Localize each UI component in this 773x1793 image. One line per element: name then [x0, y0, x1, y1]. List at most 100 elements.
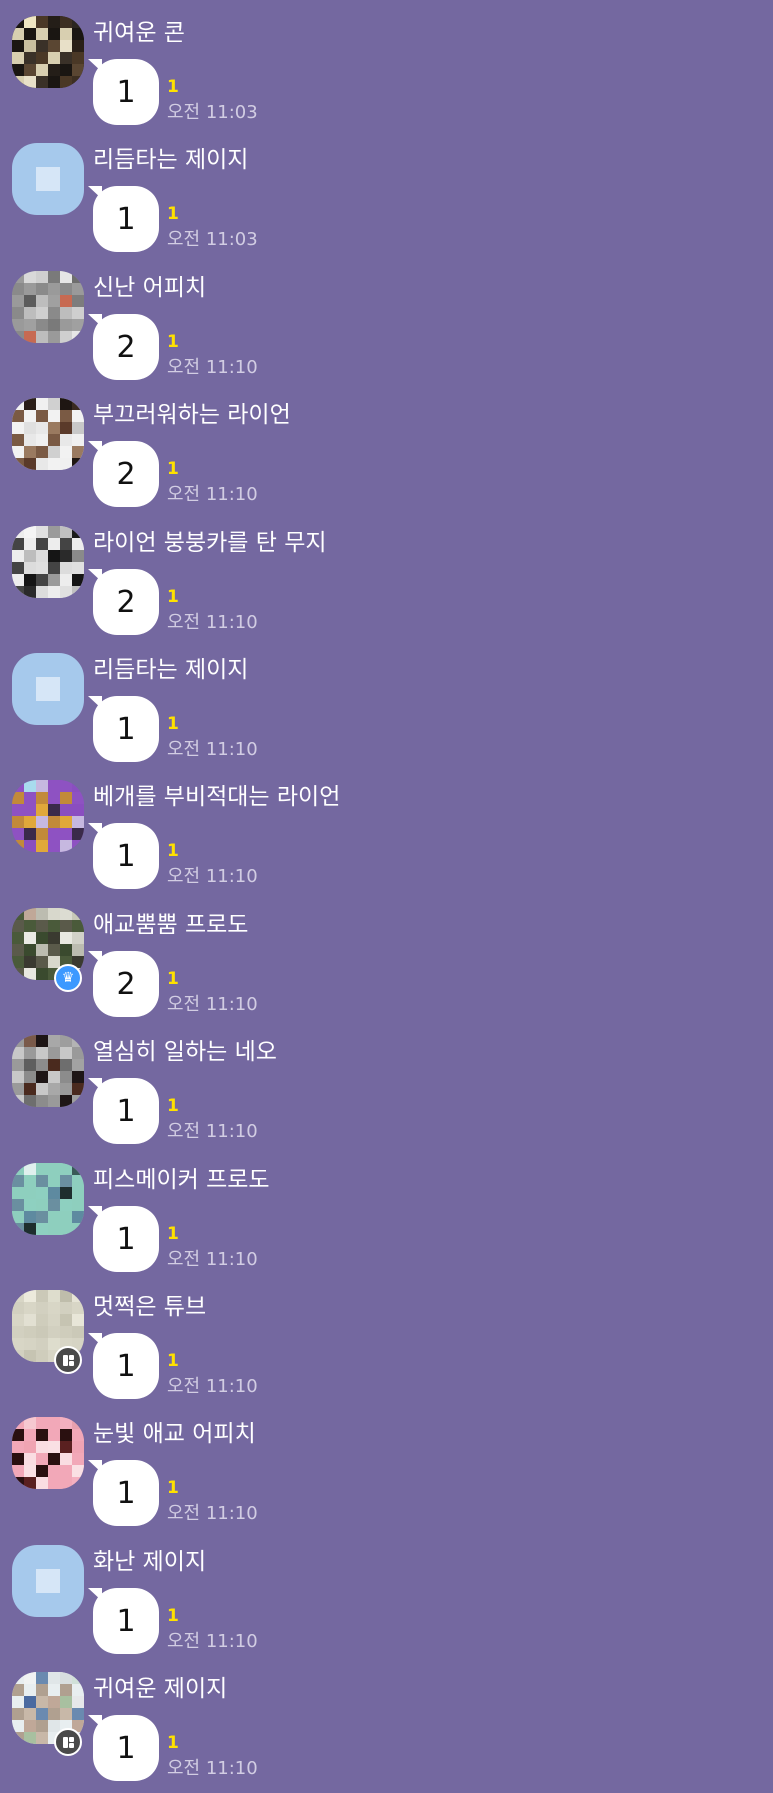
- avatar-pixel: [24, 1338, 36, 1350]
- sender-name[interactable]: 라이언 붕붕카를 탄 무지: [93, 528, 327, 558]
- sender-name[interactable]: 피스메이커 프로도: [93, 1165, 270, 1195]
- sender-avatar[interactable]: [12, 653, 84, 725]
- avatar-pixel: [60, 410, 72, 422]
- avatar-pixel: [12, 319, 24, 331]
- sender-name[interactable]: 화난 제이지: [93, 1547, 206, 1577]
- avatar-pixel: [24, 434, 36, 446]
- message-bubble[interactable]: 1: [93, 1715, 159, 1781]
- message-bubble[interactable]: 1: [93, 1588, 159, 1654]
- message-bubble[interactable]: 1: [93, 1333, 159, 1399]
- avatar-pixel: [24, 1696, 36, 1708]
- sender-avatar[interactable]: [12, 1163, 84, 1235]
- avatar-pixel: [24, 1059, 36, 1071]
- sender-name[interactable]: 귀여운 제이지: [93, 1674, 227, 1704]
- avatar-pixel: [24, 319, 36, 331]
- message-bubble[interactable]: 2: [93, 314, 159, 380]
- avatar-pixel: [48, 816, 60, 828]
- avatar-pixel: [48, 1095, 60, 1107]
- avatar-pixel: [48, 1071, 60, 1083]
- avatar-pixel: [36, 780, 48, 792]
- message-bubble[interactable]: 1: [93, 186, 159, 252]
- message-bubble[interactable]: 1: [93, 59, 159, 125]
- avatar-pixel: [72, 1684, 84, 1696]
- avatar-pixel: [72, 28, 84, 40]
- sender-name[interactable]: 리듬타는 제이지: [93, 145, 248, 175]
- avatar-pixel: [12, 1199, 24, 1211]
- avatar-pixel: [60, 1441, 72, 1453]
- sender-avatar[interactable]: [12, 16, 84, 88]
- avatar-pixel: [12, 307, 24, 319]
- avatar-pixel: [72, 1453, 84, 1465]
- sender-avatar[interactable]: [12, 1035, 84, 1107]
- avatar-pixel: [12, 956, 24, 968]
- sender-name[interactable]: 애교뿜뿜 프로도: [93, 910, 248, 940]
- chat-message-list[interactable]: 귀여운 콘 1 1 오전 11:03 리듬타는 제이지 1 1 오전 11:03 신난 어피치 2…: [0, 0, 773, 1793]
- message-bubble[interactable]: 1: [93, 823, 159, 889]
- avatar-pixel: [24, 1441, 36, 1453]
- sender-avatar[interactable]: [12, 143, 84, 215]
- avatar-pixel: [36, 562, 48, 574]
- avatar-pixel: [72, 1059, 84, 1071]
- sender-name[interactable]: 귀여운 콘: [93, 18, 185, 48]
- sender-name[interactable]: 부끄러워하는 라이언: [93, 400, 291, 430]
- avatar-pixel: [12, 446, 24, 458]
- avatar-pixel: [12, 40, 24, 52]
- message-bubble[interactable]: 1: [93, 696, 159, 762]
- avatar-pixel: [36, 76, 48, 88]
- avatar-pixel: [72, 1314, 84, 1326]
- avatar-pixel: [24, 398, 36, 410]
- sender-name[interactable]: 베개를 부비적대는 라이언: [93, 782, 340, 812]
- avatar-pixel: [24, 307, 36, 319]
- avatar-pixel: [60, 1095, 72, 1107]
- avatar-pixel: [12, 1314, 24, 1326]
- avatar-pixel: [12, 1163, 24, 1175]
- unread-count: 1: [167, 714, 179, 734]
- avatar-pixel: [60, 1199, 72, 1211]
- avatar-pixel: [48, 331, 60, 343]
- avatar-pixel: [24, 804, 36, 816]
- sender-name[interactable]: 신난 어피치: [93, 273, 206, 303]
- avatar-pixel: [36, 307, 48, 319]
- avatar-pixel: [36, 1059, 48, 1071]
- avatar-pixel: [60, 1708, 72, 1720]
- avatar-pixel: [36, 526, 48, 538]
- sender-name[interactable]: 멋쩍은 튜브: [93, 1292, 206, 1322]
- avatar-pixel: [72, 526, 84, 538]
- avatar-pixel: [60, 828, 72, 840]
- sender-avatar[interactable]: [12, 1545, 84, 1617]
- avatar-pixel: [60, 271, 72, 283]
- avatar-pixel: [36, 1672, 48, 1684]
- sender-name[interactable]: 열심히 일하는 네오: [93, 1037, 277, 1067]
- avatar-pixel: [12, 804, 24, 816]
- chat-message: 리듬타는 제이지 1 1 오전 11:10: [0, 637, 773, 764]
- chat-message: 눈빛 애교 어피치 1 1 오전 11:10: [0, 1401, 773, 1528]
- avatar-pixel: [72, 1175, 84, 1187]
- avatar-pixel: [60, 1302, 72, 1314]
- message-bubble[interactable]: 1: [93, 1078, 159, 1144]
- avatar-pixel: [48, 422, 60, 434]
- sender-avatar[interactable]: [12, 1417, 84, 1489]
- chat-message: 귀여운 제이지 1 1 오전 11:10: [0, 1656, 773, 1783]
- message-bubble[interactable]: 1: [93, 1460, 159, 1526]
- sender-avatar[interactable]: [12, 780, 84, 852]
- message-bubble[interactable]: 1: [93, 1206, 159, 1272]
- message-bubble[interactable]: 2: [93, 441, 159, 507]
- avatar-pixel: [60, 398, 72, 410]
- avatar-pixel: [12, 1071, 24, 1083]
- avatar-pixel: [60, 1417, 72, 1429]
- sender-avatar[interactable]: [12, 526, 84, 598]
- avatar-pixel: [36, 1326, 48, 1338]
- unread-count: 1: [167, 841, 179, 861]
- avatar-pixel: [36, 458, 48, 470]
- message-time: 오전 11:10: [167, 1121, 258, 1142]
- sender-avatar[interactable]: [12, 271, 84, 343]
- message-bubble[interactable]: 2: [93, 569, 159, 635]
- avatar-pixel: [48, 283, 60, 295]
- avatar-pixel: [48, 526, 60, 538]
- avatar-pixel: [12, 968, 24, 980]
- sender-avatar[interactable]: [12, 398, 84, 470]
- sender-name[interactable]: 눈빛 애교 어피치: [93, 1419, 256, 1449]
- avatar-pixel: [48, 307, 60, 319]
- message-bubble[interactable]: 2: [93, 951, 159, 1017]
- sender-name[interactable]: 리듬타는 제이지: [93, 655, 248, 685]
